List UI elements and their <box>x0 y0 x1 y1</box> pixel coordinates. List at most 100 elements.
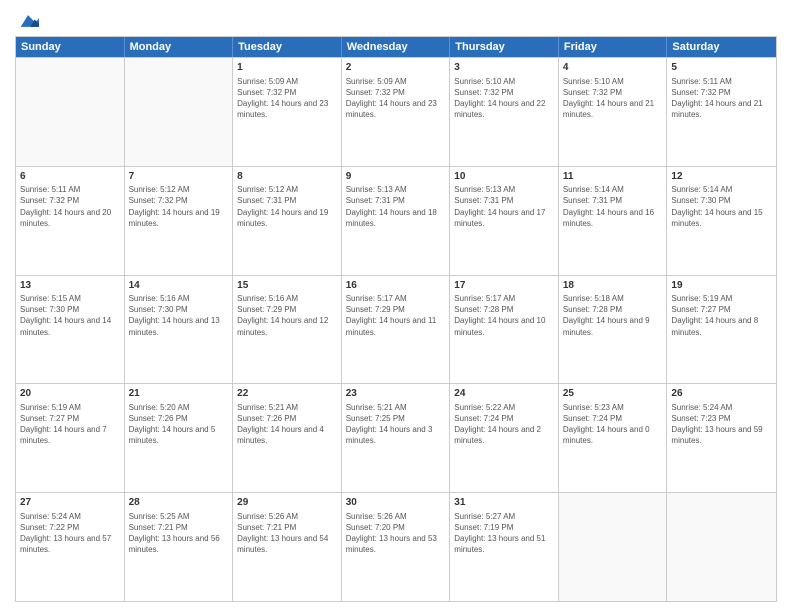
day-number: 5 <box>671 61 772 75</box>
calendar-header: SundayMondayTuesdayWednesdayThursdayFrid… <box>16 37 776 57</box>
calendar-cell: 25Sunrise: 5:23 AM Sunset: 7:24 PM Dayli… <box>559 384 668 492</box>
day-info: Sunrise: 5:10 AM Sunset: 7:32 PM Dayligh… <box>454 76 554 121</box>
day-info: Sunrise: 5:21 AM Sunset: 7:26 PM Dayligh… <box>237 402 337 447</box>
calendar-cell: 4Sunrise: 5:10 AM Sunset: 7:32 PM Daylig… <box>559 58 668 166</box>
header-day-tuesday: Tuesday <box>233 37 342 57</box>
calendar-cell: 29Sunrise: 5:26 AM Sunset: 7:21 PM Dayli… <box>233 493 342 601</box>
calendar-cell: 20Sunrise: 5:19 AM Sunset: 7:27 PM Dayli… <box>16 384 125 492</box>
day-number: 3 <box>454 61 554 75</box>
day-info: Sunrise: 5:24 AM Sunset: 7:23 PM Dayligh… <box>671 402 772 447</box>
calendar-cell <box>667 493 776 601</box>
header-day-friday: Friday <box>559 37 668 57</box>
day-info: Sunrise: 5:25 AM Sunset: 7:21 PM Dayligh… <box>129 511 229 556</box>
calendar-row-0: 1 Sunrise: 5:09 AM Sunset: 7:32 PM Daylig… <box>16 57 776 166</box>
calendar-cell: 5Sunrise: 5:11 AM Sunset: 7:32 PM Daylig… <box>667 58 776 166</box>
calendar-cell: 24Sunrise: 5:22 AM Sunset: 7:24 PM Dayli… <box>450 384 559 492</box>
day-info: Sunrise: 5:16 AM Sunset: 7:30 PM Dayligh… <box>129 293 229 338</box>
calendar-cell: 12Sunrise: 5:14 AM Sunset: 7:30 PM Dayli… <box>667 167 776 275</box>
day-number: 15 <box>237 279 337 293</box>
calendar-cell <box>559 493 668 601</box>
header-day-thursday: Thursday <box>450 37 559 57</box>
calendar-cell: 2Sunrise: 5:09 AM Sunset: 7:32 PM Daylig… <box>342 58 451 166</box>
day-info: Sunrise: 5:14 AM Sunset: 7:30 PM Dayligh… <box>671 184 772 229</box>
calendar-cell: 9Sunrise: 5:13 AM Sunset: 7:31 PM Daylig… <box>342 167 451 275</box>
day-number: 9 <box>346 170 446 184</box>
day-number: 17 <box>454 279 554 293</box>
calendar-cell: 17Sunrise: 5:17 AM Sunset: 7:28 PM Dayli… <box>450 276 559 384</box>
day-info: Sunrise: 5:23 AM Sunset: 7:24 PM Dayligh… <box>563 402 663 447</box>
day-info: Sunrise: 5:19 AM Sunset: 7:27 PM Dayligh… <box>20 402 120 447</box>
day-number: 7 <box>129 170 229 184</box>
header-day-sunday: Sunday <box>16 37 125 57</box>
calendar: SundayMondayTuesdayWednesdayThursdayFrid… <box>15 36 777 602</box>
calendar-cell: 22Sunrise: 5:21 AM Sunset: 7:26 PM Dayli… <box>233 384 342 492</box>
day-number: 1 <box>237 61 337 75</box>
day-info: Sunrise: 5:19 AM Sunset: 7:27 PM Dayligh… <box>671 293 772 338</box>
day-number: 25 <box>563 387 663 401</box>
header <box>15 10 777 28</box>
day-number: 29 <box>237 496 337 510</box>
day-number: 21 <box>129 387 229 401</box>
day-info: Sunrise: 5:26 AM Sunset: 7:21 PM Dayligh… <box>237 511 337 556</box>
day-number: 26 <box>671 387 772 401</box>
day-number: 20 <box>20 387 120 401</box>
day-info: Sunrise: 5:20 AM Sunset: 7:26 PM Dayligh… <box>129 402 229 447</box>
calendar-cell: 13Sunrise: 5:15 AM Sunset: 7:30 PM Dayli… <box>16 276 125 384</box>
day-number: 10 <box>454 170 554 184</box>
day-info: Sunrise: 5:24 AM Sunset: 7:22 PM Dayligh… <box>20 511 120 556</box>
logo <box>15 10 39 28</box>
day-info: Sunrise: 5:13 AM Sunset: 7:31 PM Dayligh… <box>454 184 554 229</box>
day-number: 4 <box>563 61 663 75</box>
day-info: Sunrise: 5:16 AM Sunset: 7:29 PM Dayligh… <box>237 293 337 338</box>
calendar-cell: 15Sunrise: 5:16 AM Sunset: 7:29 PM Dayli… <box>233 276 342 384</box>
day-info: Sunrise: 5:14 AM Sunset: 7:31 PM Dayligh… <box>563 184 663 229</box>
day-number: 6 <box>20 170 120 184</box>
day-number: 11 <box>563 170 663 184</box>
day-number: 16 <box>346 279 446 293</box>
day-info: Sunrise: 5:26 AM Sunset: 7:20 PM Dayligh… <box>346 511 446 556</box>
calendar-cell: 19Sunrise: 5:19 AM Sunset: 7:27 PM Dayli… <box>667 276 776 384</box>
header-day-monday: Monday <box>125 37 234 57</box>
calendar-cell: 31Sunrise: 5:27 AM Sunset: 7:19 PM Dayli… <box>450 493 559 601</box>
day-info: Sunrise: 5:09 AM Sunset: 7:32 PM Dayligh… <box>346 76 446 121</box>
calendar-cell <box>16 58 125 166</box>
calendar-body: 1 Sunrise: 5:09 AM Sunset: 7:32 PM Daylig… <box>16 57 776 601</box>
calendar-cell: 21Sunrise: 5:20 AM Sunset: 7:26 PM Dayli… <box>125 384 234 492</box>
calendar-cell: 16Sunrise: 5:17 AM Sunset: 7:29 PM Dayli… <box>342 276 451 384</box>
day-info: Sunrise: 5:11 AM Sunset: 7:32 PM Dayligh… <box>20 184 120 229</box>
calendar-cell: 23Sunrise: 5:21 AM Sunset: 7:25 PM Dayli… <box>342 384 451 492</box>
day-info: Sunrise: 5:12 AM Sunset: 7:31 PM Dayligh… <box>237 184 337 229</box>
calendar-cell: 14Sunrise: 5:16 AM Sunset: 7:30 PM Dayli… <box>125 276 234 384</box>
calendar-row-1: 6Sunrise: 5:11 AM Sunset: 7:32 PM Daylig… <box>16 166 776 275</box>
calendar-cell: 27Sunrise: 5:24 AM Sunset: 7:22 PM Dayli… <box>16 493 125 601</box>
day-number: 27 <box>20 496 120 510</box>
calendar-cell: 26Sunrise: 5:24 AM Sunset: 7:23 PM Dayli… <box>667 384 776 492</box>
day-number: 12 <box>671 170 772 184</box>
day-number: 30 <box>346 496 446 510</box>
calendar-cell: 8Sunrise: 5:12 AM Sunset: 7:31 PM Daylig… <box>233 167 342 275</box>
calendar-cell <box>125 58 234 166</box>
day-number: 13 <box>20 279 120 293</box>
day-info: Sunrise: 5:10 AM Sunset: 7:32 PM Dayligh… <box>563 76 663 121</box>
day-number: 22 <box>237 387 337 401</box>
day-number: 28 <box>129 496 229 510</box>
day-info: Sunrise: 5:17 AM Sunset: 7:28 PM Dayligh… <box>454 293 554 338</box>
day-info: Sunrise: 5:13 AM Sunset: 7:31 PM Dayligh… <box>346 184 446 229</box>
day-number: 24 <box>454 387 554 401</box>
calendar-row-3: 20Sunrise: 5:19 AM Sunset: 7:27 PM Dayli… <box>16 383 776 492</box>
day-number: 2 <box>346 61 446 75</box>
day-info: Sunrise: 5:18 AM Sunset: 7:28 PM Dayligh… <box>563 293 663 338</box>
logo-icon <box>17 10 39 32</box>
day-number: 18 <box>563 279 663 293</box>
calendar-cell: 30Sunrise: 5:26 AM Sunset: 7:20 PM Dayli… <box>342 493 451 601</box>
calendar-row-2: 13Sunrise: 5:15 AM Sunset: 7:30 PM Dayli… <box>16 275 776 384</box>
calendar-cell: 3Sunrise: 5:10 AM Sunset: 7:32 PM Daylig… <box>450 58 559 166</box>
calendar-cell: 11Sunrise: 5:14 AM Sunset: 7:31 PM Dayli… <box>559 167 668 275</box>
calendar-row-4: 27Sunrise: 5:24 AM Sunset: 7:22 PM Dayli… <box>16 492 776 601</box>
calendar-cell: 18Sunrise: 5:18 AM Sunset: 7:28 PM Dayli… <box>559 276 668 384</box>
day-number: 31 <box>454 496 554 510</box>
day-info: Sunrise: 5:17 AM Sunset: 7:29 PM Dayligh… <box>346 293 446 338</box>
day-number: 14 <box>129 279 229 293</box>
calendar-cell: 10Sunrise: 5:13 AM Sunset: 7:31 PM Dayli… <box>450 167 559 275</box>
header-day-saturday: Saturday <box>667 37 776 57</box>
